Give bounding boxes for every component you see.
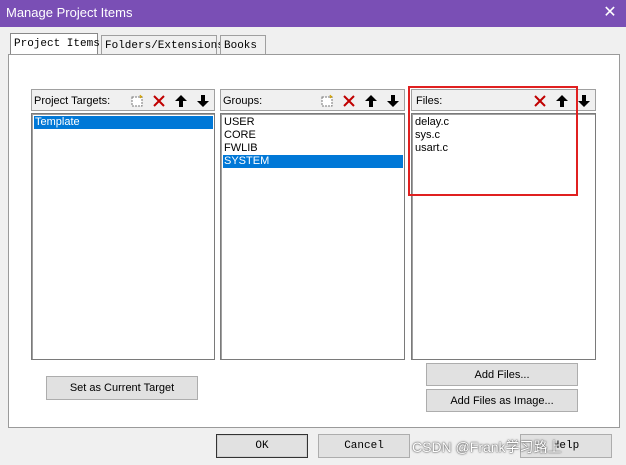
tab-label: Project Items [14, 38, 100, 50]
highlight-box [408, 86, 578, 196]
title-bar[interactable]: Manage Project Items ✕ [0, 0, 626, 27]
tab-project-items[interactable]: Project Items [10, 33, 100, 55]
add-files-as-image-button[interactable]: Add Files as Image... [426, 389, 578, 412]
new-item-icon[interactable] [128, 92, 145, 109]
tab-label: Folders/Extensions [105, 40, 224, 52]
groups-header: Groups: [220, 89, 405, 111]
tab-books[interactable]: Books [220, 35, 266, 54]
window-title: Manage Project Items [6, 5, 133, 20]
list-item[interactable]: FWLIB [223, 142, 258, 155]
groups-label: Groups: [223, 95, 263, 107]
targets-header: Project Targets: [31, 89, 215, 111]
ok-button[interactable]: OK [216, 434, 308, 458]
set-current-target-button[interactable]: Set as Current Target [46, 376, 198, 400]
groups-list[interactable]: USER CORE FWLIB SYSTEM [220, 113, 405, 360]
move-up-icon[interactable] [172, 92, 189, 109]
close-icon[interactable]: ✕ [598, 2, 622, 24]
new-item-icon[interactable] [318, 92, 335, 109]
watermark: CSDN @Frank学习路上 [412, 439, 562, 455]
move-down-icon[interactable] [384, 92, 401, 109]
cancel-button[interactable]: Cancel [318, 434, 410, 458]
targets-list[interactable]: Template [31, 113, 215, 360]
list-item[interactable]: SYSTEM [223, 155, 403, 168]
add-files-button[interactable]: Add Files... [426, 363, 578, 386]
delete-icon[interactable] [340, 92, 357, 109]
move-down-icon[interactable] [194, 92, 211, 109]
move-up-icon[interactable] [362, 92, 379, 109]
targets-label: Project Targets: [34, 95, 111, 107]
list-item[interactable]: CORE [223, 129, 256, 142]
tab-folders-extensions[interactable]: Folders/Extensions [101, 35, 224, 54]
delete-icon[interactable] [150, 92, 167, 109]
list-item[interactable]: Template [34, 116, 213, 129]
tab-label: Books [224, 40, 258, 52]
list-item[interactable]: USER [223, 116, 255, 129]
